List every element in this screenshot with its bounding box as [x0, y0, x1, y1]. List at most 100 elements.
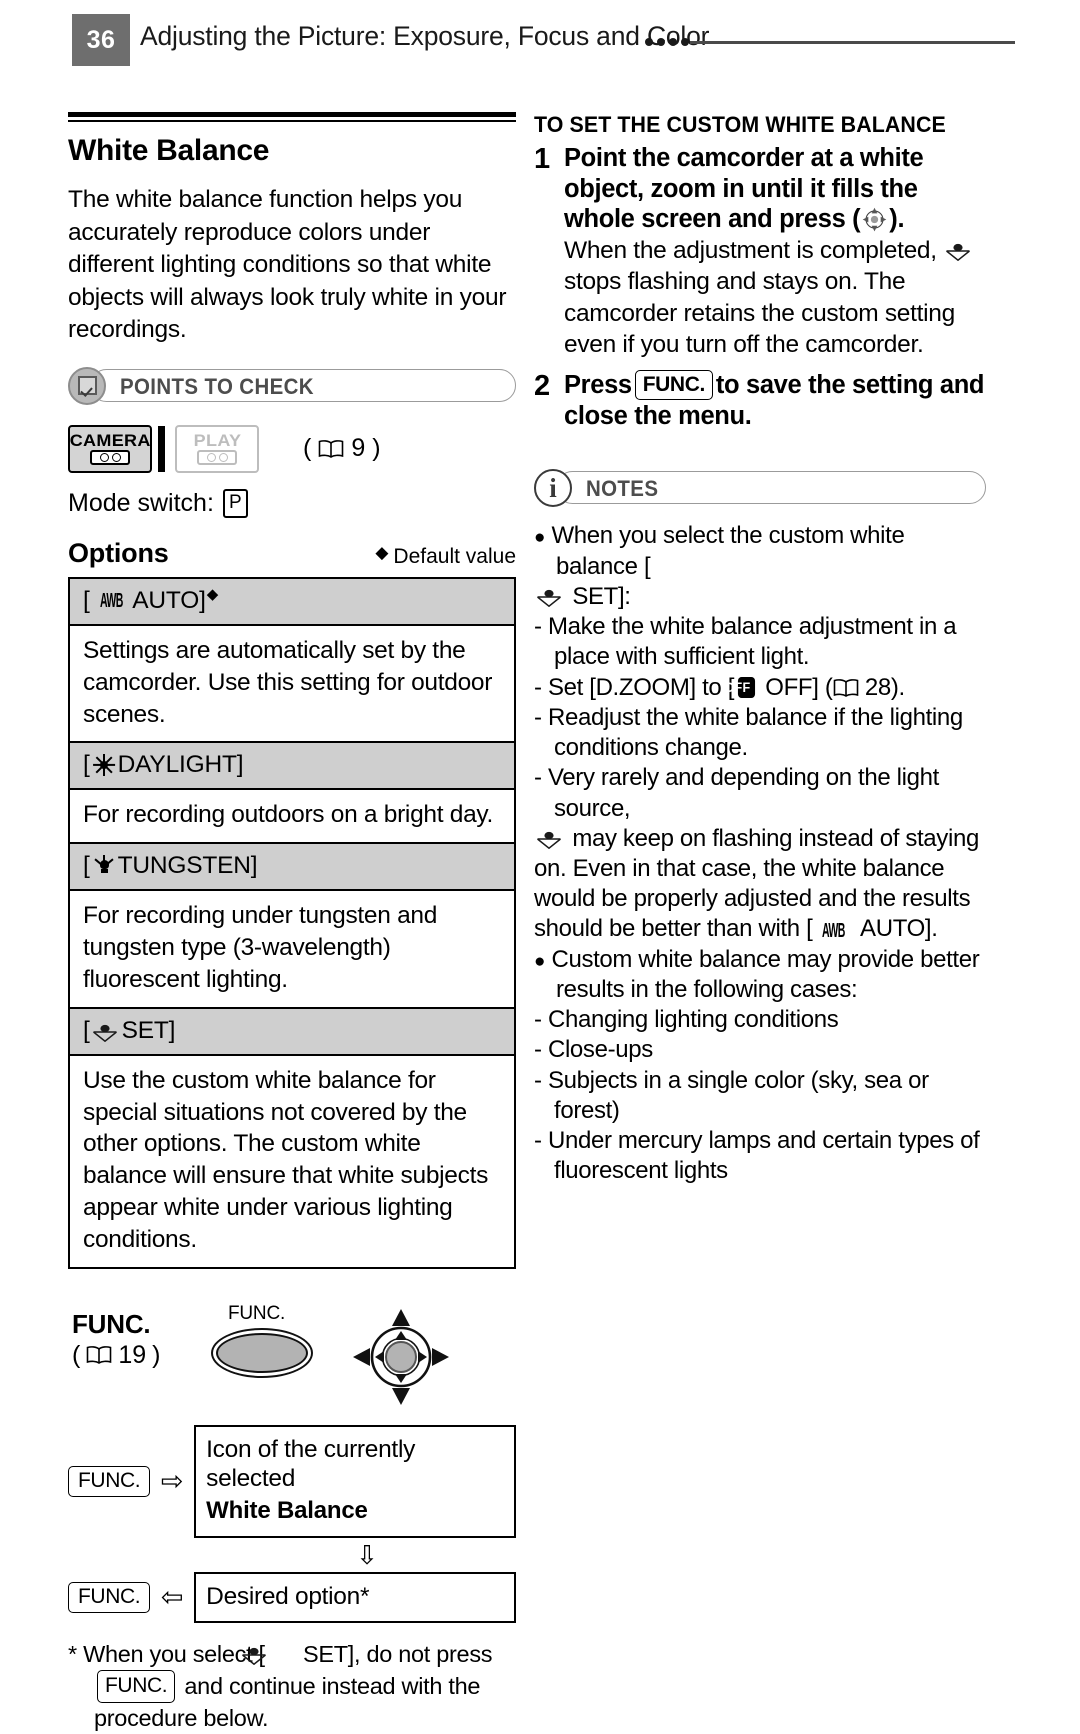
header-rule [690, 41, 1015, 44]
section-rule-thin [68, 120, 516, 122]
func-diagram: FUNC. ( 19 ) FUNC. [68, 1303, 516, 1421]
func-flow-row-1: FUNC. ⇨ Icon of the currently selected W… [68, 1424, 516, 1538]
func-diagram-page-ref: ( 19 ) [72, 1340, 161, 1369]
step-number: 1 [534, 143, 551, 175]
option-description: For recording under tungsten and tungste… [83, 902, 438, 993]
note-item: ● Custom white balance may provide bette… [534, 945, 980, 1003]
bulb-icon [93, 855, 115, 877]
diamond-icon: ◆ [375, 543, 389, 563]
func-flow-text-3: Desired option* [206, 1582, 370, 1610]
play-mode-badge: PLAY [175, 424, 259, 473]
mode-divider [158, 425, 165, 472]
note-item: ● When you select the custom white balan… [534, 522, 905, 580]
note-text: Set [D.ZOOM] to [ [547, 673, 735, 701]
step-2: 2 Press FUNC. to save the setting and clos… [534, 370, 986, 431]
note-text: Under mercury lamps and certain types of… [547, 1127, 980, 1185]
section-rule-thick [68, 112, 516, 117]
section-title: White Balance [68, 134, 270, 167]
note-text-b: OFF] ( [758, 673, 833, 701]
default-value-note: ◆ Default value [375, 543, 516, 569]
option-label-set: SET] [121, 1016, 176, 1044]
custom-wb-icon [945, 238, 971, 261]
note-page-ref: 28 [864, 673, 891, 701]
note-item: - Under mercury lamps and certain types … [534, 1127, 980, 1185]
note-text: Changing lighting conditions [547, 1006, 839, 1034]
func-key-label[interactable]: FUNC. [634, 370, 713, 401]
note-item: - Close-ups [534, 1036, 653, 1064]
note-text: Close-ups [547, 1036, 653, 1064]
camera-mode-badge: CAMERA [68, 424, 152, 473]
footnote-prefix: * When you select [ [68, 1641, 265, 1668]
book-icon [87, 1346, 112, 1365]
func-flow-row-2: FUNC. ⇦ Desired option* [68, 1571, 516, 1624]
notes-body: ● When you select the custom white balan… [534, 521, 986, 1186]
checkbox-icon [68, 366, 106, 405]
func-flow-text-2: White Balance [206, 1496, 368, 1524]
tape-icon [90, 450, 130, 466]
page-ref-number: 9 [351, 434, 366, 463]
options-heading: Options [68, 537, 169, 568]
header-dots-icon [645, 38, 689, 46]
func-button-illustration [216, 1332, 308, 1373]
camera-mode-label: CAMERA [69, 431, 151, 451]
footnote-line-2: FUNC. and continue instead with the [68, 1670, 516, 1703]
play-mode-label: PLAY [193, 431, 241, 451]
func-page-number: 19 [118, 1340, 147, 1369]
options-table: [AWB AUTO] ◆ Settings are automatically s… [68, 576, 516, 1269]
tape-icon [197, 450, 237, 466]
note-text-awb: AUTO]. [855, 915, 938, 943]
func-key-2[interactable]: FUNC. [68, 1572, 151, 1623]
func-diagram-title: FUNC. [72, 1308, 151, 1339]
note-item: - Changing lighting conditions [534, 1006, 839, 1034]
note-item: may keep on flashing instead of staying … [534, 824, 986, 945]
func-key-label[interactable]: FUNC. [97, 1670, 176, 1703]
page-header: 36 Adjusting the Picture: Exposure, Focu… [0, 0, 1080, 80]
note-item: - Very rarely and depending on the light… [534, 764, 939, 822]
note-text: Subjects in a single color (sky, sea or … [547, 1066, 929, 1124]
note-text: Custom white balance may provide better … [551, 945, 980, 1003]
func-flow-text-1: Icon of the currently selected [206, 1435, 416, 1493]
footnote-line-1: * When you select [ SET], do not press [68, 1639, 516, 1670]
note-text: Readjust the white balance if the lighti… [547, 703, 963, 762]
step-1-body: When the adjustment is completed, stops … [564, 235, 986, 360]
note-item: - Readjust the white balance if the ligh… [534, 703, 963, 762]
step-2-bold: Press FUNC. to save the setting and close … [564, 370, 986, 431]
arrow-right-icon: ⇨ [160, 1465, 184, 1496]
footnote-rest: and continue instead with the [178, 1673, 481, 1700]
option-label-tungsten: TUNGSTEN] [117, 852, 258, 880]
func-flow: FUNC. ⇨ Icon of the currently selected W… [68, 1424, 516, 1624]
points-to-check-banner: POINTS TO CHECK [68, 366, 516, 405]
section-intro: The white balance function helps you acc… [68, 186, 507, 344]
note-item: - Make the white balance adjustment in a… [534, 613, 957, 671]
option-description: Settings are automatically set by the ca… [83, 636, 493, 728]
joystick-icon [862, 207, 887, 232]
step-1-reg-a: When the adjustment is completed, [564, 236, 937, 264]
option-label-auto: AUTO] [132, 586, 206, 614]
joystick-icon [353, 1308, 449, 1405]
manual-page: 36 Adjusting the Picture: Exposure, Focu… [0, 0, 1080, 1731]
note-text: Very rarely and depending on the light s… [547, 764, 939, 822]
func-key-1[interactable]: FUNC. [68, 1425, 151, 1538]
page-reference: ( 9 ) [303, 434, 381, 463]
sun-icon [92, 754, 115, 777]
note-item: - Subjects in a single color (sky, sea o… [534, 1066, 929, 1124]
func-button-caption: FUNC. [228, 1302, 286, 1324]
table-row: [AWB AUTO] ◆ [70, 578, 514, 626]
mode-badges: CAMERA PLAY ( 9 ) [68, 424, 516, 473]
note-text: SET]: [566, 582, 631, 610]
table-row: [ TUNGSTEN] [70, 842, 514, 892]
note-text-c: ). [890, 673, 905, 701]
custom-wb-icon [241, 1642, 293, 1666]
page-number-badge: 36 [72, 14, 130, 66]
note-text: When you select the custom white balance… [551, 522, 905, 580]
custom-wb-icon [536, 585, 562, 608]
note-item: - Set [D.ZOOM] to [OFF OFF] ( 28). [534, 673, 905, 701]
default-value-text: Default value [393, 544, 516, 568]
awb-icon: AWB [822, 919, 846, 943]
note-item: SET]: [534, 582, 986, 612]
right-column: TO SET THE CUSTOM WHITE BALANCE 1 Point … [534, 112, 986, 1187]
footnote-set-label: SET], do not press [296, 1641, 493, 1668]
table-row: [ SET] [70, 1006, 514, 1056]
mode-switch-row: Mode switch: P [68, 488, 516, 518]
option-description: For recording outdoors on a bright day. [83, 801, 494, 829]
